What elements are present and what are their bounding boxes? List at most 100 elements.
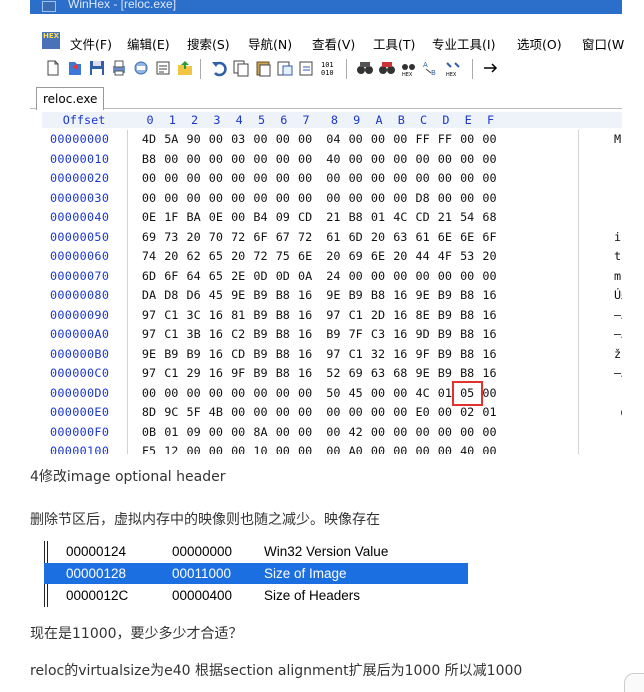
hex-byte[interactable]: B9	[345, 286, 367, 305]
hex-row[interactable]: 00000020 00 00 00 00 00 00 00 00 00 00 00 00 00 00 00 00	[30, 169, 622, 189]
hex-byte[interactable]: FF	[434, 130, 456, 149]
hex-byte[interactable]: 00	[456, 423, 478, 442]
hex-byte[interactable]: 00	[205, 189, 227, 208]
hex-byte[interactable]: 6D	[345, 228, 367, 247]
hex-byte[interactable]: 16	[479, 306, 501, 325]
hex-byte[interactable]: 00	[345, 189, 367, 208]
menu-navigate[interactable]: 导航(N)	[248, 34, 292, 53]
hex-byte[interactable]: CD	[227, 345, 249, 364]
hex-byte[interactable]: 65	[205, 267, 227, 286]
hex-byte[interactable]: B8	[345, 208, 367, 227]
hex-byte[interactable]: 00	[227, 403, 249, 422]
hex-byte[interactable]: 00	[367, 442, 389, 454]
hex-byte[interactable]: B9	[434, 306, 456, 325]
hex-byte[interactable]: 0E	[138, 208, 160, 227]
hex-byte[interactable]: 16	[389, 286, 411, 305]
hex-byte[interactable]: D6	[183, 286, 205, 305]
hex-byte[interactable]: 6F	[479, 228, 501, 247]
hex-byte[interactable]: 62	[183, 247, 205, 266]
hex-byte[interactable]: 00	[412, 423, 434, 442]
hex-byte[interactable]: 16	[294, 364, 316, 383]
hex-byte[interactable]: 50	[322, 384, 344, 403]
hex-byte[interactable]: 00	[183, 150, 205, 169]
hex-byte[interactable]: 00	[456, 169, 478, 188]
hex-byte[interactable]: 69	[345, 247, 367, 266]
hex-byte[interactable]: C3	[367, 325, 389, 344]
hex-byte[interactable]: C1	[345, 306, 367, 325]
hex-byte[interactable]: 00	[272, 150, 294, 169]
pe-table-row[interactable]: 00000124 00000000 Win32 Version Value	[44, 541, 468, 562]
hex-logo-icon[interactable]: HEX	[42, 32, 60, 49]
hex-byte[interactable]: 00	[227, 208, 249, 227]
hex-byte[interactable]: 16	[205, 364, 227, 383]
hex-byte[interactable]: 00	[389, 267, 411, 286]
hex-byte[interactable]: 00	[389, 403, 411, 422]
hex-byte[interactable]: 00	[160, 384, 182, 403]
hex-byte[interactable]: 65	[205, 247, 227, 266]
hex-byte[interactable]: B9	[183, 345, 205, 364]
hex-byte[interactable]: 9D	[412, 325, 434, 344]
hex-byte[interactable]: 4D	[138, 130, 160, 149]
hex-byte[interactable]: 45	[345, 384, 367, 403]
binary-icon[interactable]: 101010	[320, 59, 338, 77]
hex-byte[interactable]: 21	[434, 208, 456, 227]
scan-icon[interactable]	[132, 59, 150, 77]
hex-row-ascii[interactable]: ž¹¹	[614, 345, 622, 364]
hex-byte[interactable]: 00	[294, 169, 316, 188]
hex-byte[interactable]: 21	[322, 208, 344, 227]
hex-byte[interactable]: 09	[272, 208, 294, 227]
hex-row[interactable]: 00000030 00 00 00 00 00 00 00 00 00 00 00 00 D8 00 00 00	[30, 189, 622, 209]
hex-byte[interactable]: D8	[412, 189, 434, 208]
hex-byte[interactable]: 00	[205, 423, 227, 442]
hex-row[interactable]: 00000080 DA D8 D6 45 9E B9 B8 16 9E B9 B8 16 9E B9 B8 16…	[30, 286, 622, 306]
hex-byte[interactable]: 00	[345, 267, 367, 286]
hex-byte[interactable]: 9E	[227, 286, 249, 305]
hex-byte[interactable]: 00	[272, 403, 294, 422]
hex-byte[interactable]: 9E	[412, 364, 434, 383]
hex-byte[interactable]: 00	[412, 442, 434, 454]
hex-byte[interactable]: 5F	[183, 403, 205, 422]
hex-byte[interactable]: 68	[479, 208, 501, 227]
open-file-icon[interactable]	[66, 59, 84, 77]
hex-byte[interactable]: 00	[227, 384, 249, 403]
hex-byte[interactable]: 4C	[412, 384, 434, 403]
hex-byte[interactable]: B8	[456, 345, 478, 364]
hex-byte[interactable]: F5	[138, 442, 160, 454]
hex-row[interactable]: 000000F0 0B 01 09 00 00 8A 00 00 00 42 00 00 00 00 00 00	[30, 423, 622, 443]
hex-byte[interactable]: 00	[434, 442, 456, 454]
hex-byte[interactable]: 6F	[250, 228, 272, 247]
hex-byte[interactable]: 67	[272, 228, 294, 247]
hex-byte[interactable]: 6F	[160, 267, 182, 286]
hex-row[interactable]: 00000000 4D 5A 90 00 03 00 00 00 04 00 00 00 FF FF 00 00…	[30, 130, 622, 150]
hex-byte[interactable]: C2	[227, 325, 249, 344]
hex-byte[interactable]: B9	[250, 364, 272, 383]
menu-view[interactable]: 查看(V)	[312, 34, 355, 53]
hex-byte[interactable]: 16	[479, 325, 501, 344]
hex-byte[interactable]: C1	[160, 325, 182, 344]
hex-byte[interactable]: 00	[434, 423, 456, 442]
tab-reloc-exe[interactable]: reloc.exe	[36, 87, 105, 110]
hex-byte[interactable]: 00	[479, 267, 501, 286]
hex-byte[interactable]: B9	[322, 325, 344, 344]
menu-options[interactable]: 选项(O)	[517, 34, 562, 53]
hex-byte[interactable]: 00	[345, 403, 367, 422]
hex-byte[interactable]: 00	[183, 384, 205, 403]
paste-icon[interactable]	[254, 59, 272, 77]
hex-byte[interactable]: B8	[272, 286, 294, 305]
hex-byte[interactable]: 68	[389, 364, 411, 383]
hex-byte[interactable]: 6E	[294, 247, 316, 266]
hex-byte[interactable]: 00	[345, 130, 367, 149]
hex-byte[interactable]: 00	[412, 150, 434, 169]
hex-byte[interactable]: 00	[272, 442, 294, 454]
hex-byte[interactable]: 5A	[160, 130, 182, 149]
hex-row[interactable]: 00000100 F5 12 00 00 00 10 00 00 00 A0 00 00 00 00 40 00	[30, 442, 622, 454]
hex-byte[interactable]: 00	[227, 423, 249, 442]
hex-byte[interactable]: 00	[138, 169, 160, 188]
hex-byte[interactable]: 00	[272, 130, 294, 149]
hex-byte[interactable]: 20	[322, 247, 344, 266]
hex-byte[interactable]: 97	[138, 306, 160, 325]
hex-byte[interactable]: 00	[389, 189, 411, 208]
find-next-icon[interactable]: HEX	[400, 59, 418, 77]
hex-row[interactable]: 00000070 6D 6F 64 65 2E 0D 0D 0A 24 00 00 00 00 00 00 00…	[30, 267, 622, 287]
hex-byte[interactable]: 00	[294, 130, 316, 149]
